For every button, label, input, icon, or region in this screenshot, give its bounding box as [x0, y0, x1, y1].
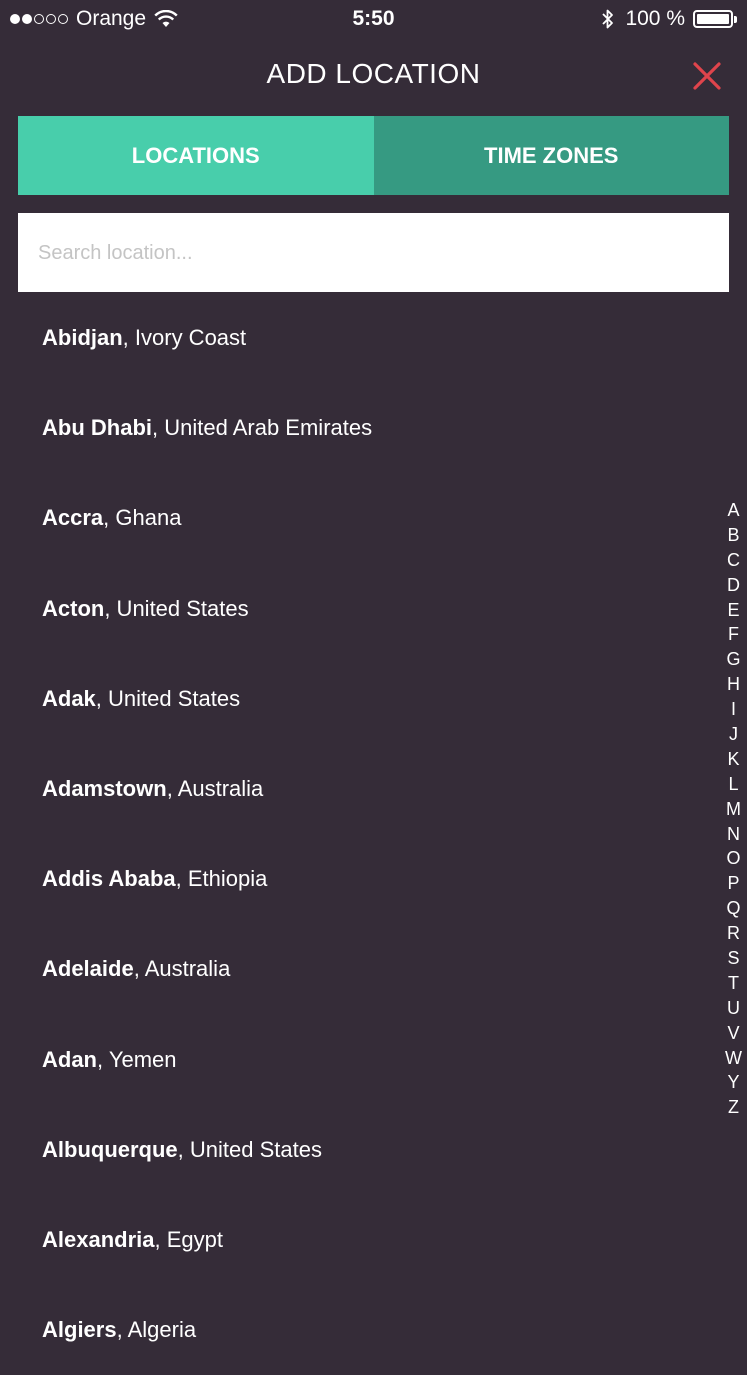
location-country: , Ivory Coast [122, 325, 247, 351]
location-country: , United States [95, 685, 241, 711]
location-item[interactable]: Accra, Ghana [0, 473, 710, 563]
location-item[interactable]: Addis Ababa, Ethiopia [0, 834, 710, 924]
alphabet-letter[interactable]: U [727, 996, 740, 1021]
location-country: , Ghana [103, 505, 182, 531]
alphabet-letter[interactable]: F [728, 622, 739, 647]
location-item[interactable]: Algiers, Algeria [0, 1285, 710, 1375]
location-country: , United States [104, 595, 249, 621]
location-list: Abidjan, Ivory Coast Abu Dhabi, United Ar… [0, 293, 710, 1375]
alphabet-letter[interactable]: Q [726, 896, 740, 921]
tab-bar: LOCATIONS TIME ZONES [18, 116, 729, 195]
location-item[interactable]: Alexandria, Egypt [0, 1195, 710, 1285]
bluetooth-icon [602, 9, 614, 29]
location-country: , United Arab Emirates [152, 415, 373, 441]
close-button[interactable] [691, 60, 723, 92]
battery-icon [693, 10, 733, 28]
alphabet-letter[interactable]: M [726, 797, 741, 822]
alphabet-letter[interactable]: H [727, 672, 740, 697]
alphabet-letter[interactable]: G [726, 647, 740, 672]
location-country: , Algeria [116, 1317, 197, 1343]
tab-locations[interactable]: LOCATIONS [18, 116, 374, 195]
alphabet-letter[interactable]: R [727, 921, 740, 946]
search-input[interactable] [36, 213, 715, 294]
location-city: Adak [42, 685, 96, 711]
location-city: Albuquerque [42, 1136, 178, 1162]
status-right: 100 % [601, 7, 737, 31]
battery-tip [734, 15, 737, 23]
location-item[interactable]: Acton, United States [0, 564, 710, 654]
location-city: Abidjan [42, 325, 123, 351]
alphabet-letter[interactable]: C [727, 548, 740, 573]
alphabet-letter[interactable]: A [727, 498, 739, 523]
search-box [18, 213, 729, 294]
location-city: Algiers [42, 1317, 117, 1343]
location-city: Addis Ababa [42, 866, 176, 892]
location-country: , Australia [133, 956, 231, 982]
location-country: , Ethiopia [175, 866, 268, 892]
alphabet-index: ABCDEFGHIJKLMNOPQRSTUVWYZ [720, 498, 747, 1120]
alphabet-letter[interactable]: J [729, 722, 738, 747]
location-city: Alexandria [42, 1226, 155, 1252]
alphabet-letter[interactable]: D [727, 573, 740, 598]
alphabet-letter[interactable]: I [731, 697, 736, 722]
location-item[interactable]: Adelaide, Australia [0, 924, 710, 1014]
location-item[interactable]: Adamstown, Australia [0, 744, 710, 834]
location-item[interactable]: Abu Dhabi, United Arab Emirates [0, 383, 710, 473]
alphabet-letter[interactable]: O [726, 846, 740, 871]
alphabet-letter[interactable]: N [727, 822, 740, 847]
page-title: ADD LOCATION [266, 58, 481, 89]
location-item[interactable]: Abidjan, Ivory Coast [0, 293, 710, 383]
location-city: Abu Dhabi [42, 415, 152, 441]
location-city: Adelaide [42, 956, 134, 982]
location-city: Acton [42, 595, 105, 621]
location-item[interactable]: Adak, United States [0, 654, 710, 744]
alphabet-letter[interactable]: Z [728, 1095, 739, 1120]
alphabet-letter[interactable]: T [728, 971, 739, 996]
alphabet-letter[interactable]: K [727, 747, 739, 772]
battery-level [697, 14, 729, 24]
battery-percentage: 100 % [625, 7, 685, 30]
location-item[interactable]: Albuquerque, United States [0, 1105, 710, 1195]
location-country: , United States [177, 1136, 322, 1162]
alphabet-letter[interactable]: P [727, 871, 739, 896]
location-item[interactable]: Adan, Yemen [0, 1015, 710, 1105]
location-city: Adan [42, 1046, 97, 1072]
alphabet-letter[interactable]: S [727, 946, 739, 971]
alphabet-letter[interactable]: W [725, 1046, 742, 1071]
location-country: , Australia [166, 776, 264, 802]
location-country: , Egypt [154, 1226, 223, 1252]
location-country: , Yemen [97, 1046, 177, 1072]
close-icon [693, 62, 721, 90]
alphabet-letter[interactable]: V [727, 1021, 739, 1046]
status-bar: Orange 5:50 100 % [0, 0, 747, 40]
location-city: Accra [42, 505, 104, 531]
alphabet-letter[interactable]: B [727, 523, 739, 548]
alphabet-letter[interactable]: L [728, 772, 738, 797]
alphabet-letter[interactable]: E [727, 598, 739, 623]
alphabet-letter[interactable]: Y [727, 1070, 739, 1095]
location-city: Adamstown [42, 776, 167, 802]
tab-time-zones[interactable]: TIME ZONES [373, 116, 729, 195]
